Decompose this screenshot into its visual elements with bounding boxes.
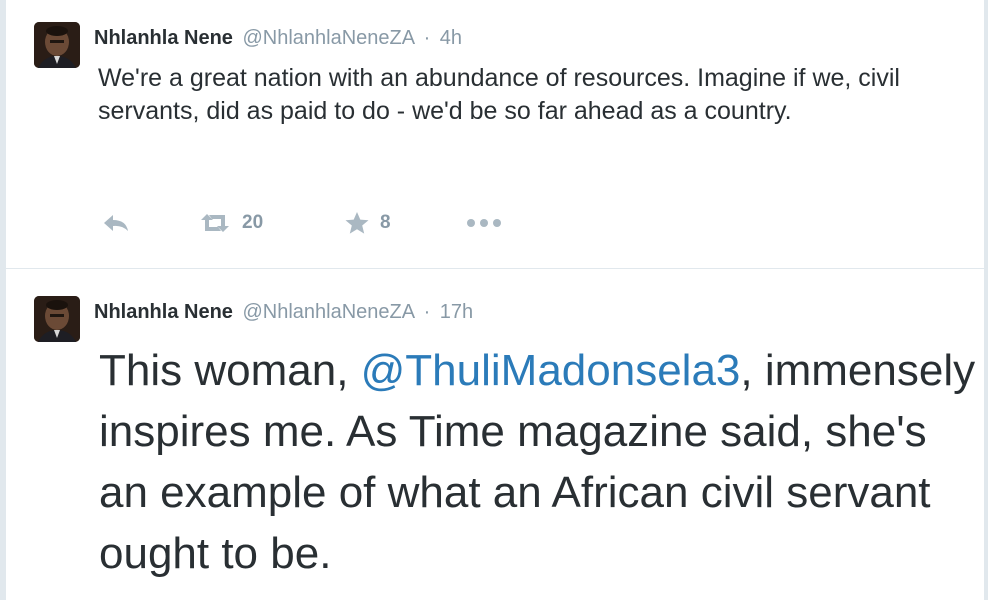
tweet-timestamp[interactable]: 17h bbox=[440, 301, 473, 323]
tweet-actions: 20 8 bbox=[6, 205, 984, 241]
tweet-author-handle[interactable]: @NhlanhlaNeneZA bbox=[242, 301, 414, 323]
timeline: Nhlanhla Nene @NhlanhlaNeneZA · 4h We're… bbox=[5, 0, 985, 600]
favorite-count: 8 bbox=[380, 212, 391, 233]
favorite-button[interactable]: 8 bbox=[344, 205, 391, 241]
mention-link[interactable]: @ThuliMadonsela3 bbox=[361, 346, 741, 395]
reply-button[interactable] bbox=[101, 205, 131, 241]
more-options-button[interactable] bbox=[464, 205, 504, 241]
favorite-star-icon bbox=[344, 211, 370, 235]
tweet-text: We're a great nation with an abundance o… bbox=[98, 64, 900, 125]
tweet-text-start: This woman, bbox=[99, 346, 361, 395]
retweet-icon bbox=[198, 212, 232, 234]
avatar[interactable] bbox=[34, 22, 80, 68]
retweet-count: 20 bbox=[242, 212, 264, 233]
reply-icon bbox=[101, 212, 131, 234]
tweet-text: This woman, @ThuliMadonsela3, immensely … bbox=[99, 340, 979, 584]
more-dots-icon bbox=[464, 217, 504, 229]
tweet-author-name[interactable]: Nhlanhla Nene bbox=[94, 27, 233, 49]
tweet[interactable]: Nhlanhla Nene @NhlanhlaNeneZA · 4h We're… bbox=[6, 0, 984, 269]
avatar[interactable] bbox=[34, 296, 80, 342]
tweet-author-handle[interactable]: @NhlanhlaNeneZA bbox=[242, 27, 414, 49]
tweet-header: Nhlanhla Nene @NhlanhlaNeneZA · 17h bbox=[94, 300, 473, 324]
tweet-author-name[interactable]: Nhlanhla Nene bbox=[94, 301, 233, 323]
retweet-button[interactable]: 20 bbox=[198, 205, 263, 241]
tweet-header: Nhlanhla Nene @NhlanhlaNeneZA · 4h bbox=[94, 26, 462, 50]
tweet-timestamp[interactable]: 4h bbox=[440, 27, 462, 49]
header-separator: · bbox=[423, 301, 431, 323]
header-separator: · bbox=[423, 27, 431, 49]
tweet[interactable]: Nhlanhla Nene @NhlanhlaNeneZA · 17h This… bbox=[6, 269, 984, 600]
